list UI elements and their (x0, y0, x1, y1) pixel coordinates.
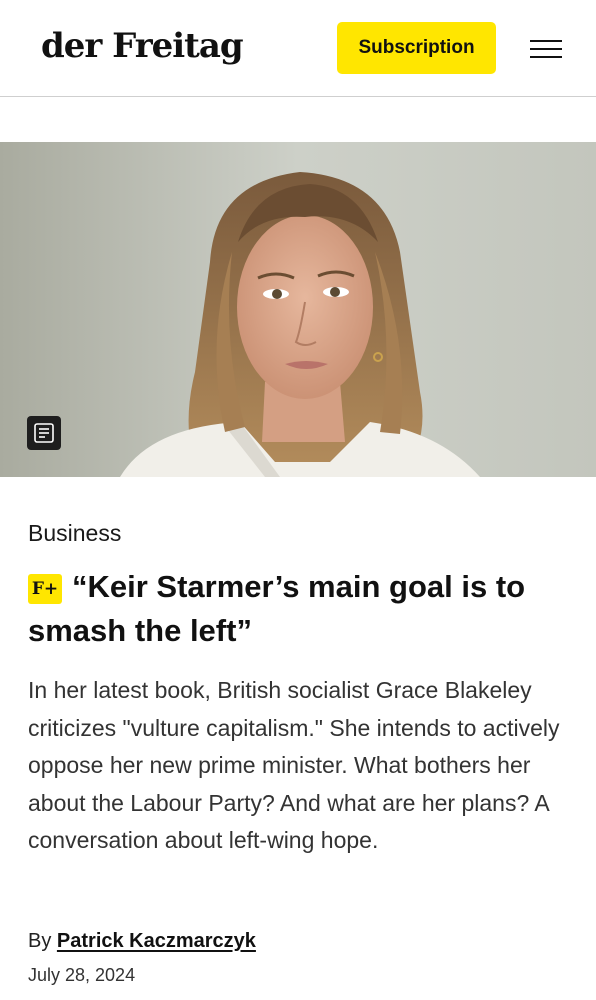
site-logo[interactable]: der Freitag (41, 22, 244, 70)
headline-text[interactable]: “Keir Starmer’s main goal is to smash th… (28, 569, 525, 648)
article-headline[interactable]: F+ “Keir Starmer’s main goal is to smash … (28, 565, 568, 653)
article-lead: In her latest book, British socialist Gr… (28, 677, 560, 853)
article-icon[interactable] (27, 416, 61, 450)
portrait-photo (0, 142, 596, 477)
premium-badge: F+ (28, 574, 62, 604)
hero-image[interactable] (0, 142, 596, 477)
author-link[interactable]: Patrick Kaczmarczyk (57, 930, 256, 952)
document-icon (34, 423, 54, 443)
section-label[interactable]: Business (28, 520, 121, 547)
hamburger-menu-icon[interactable] (530, 38, 562, 60)
byline-prefix: By (28, 930, 52, 952)
publish-date: July 28, 2024 (28, 965, 136, 985)
byline: By Patrick Kaczmarczyk (28, 930, 256, 953)
site-header: der Freitag Subscription (0, 0, 596, 97)
subscription-button[interactable]: Subscription (337, 22, 496, 74)
